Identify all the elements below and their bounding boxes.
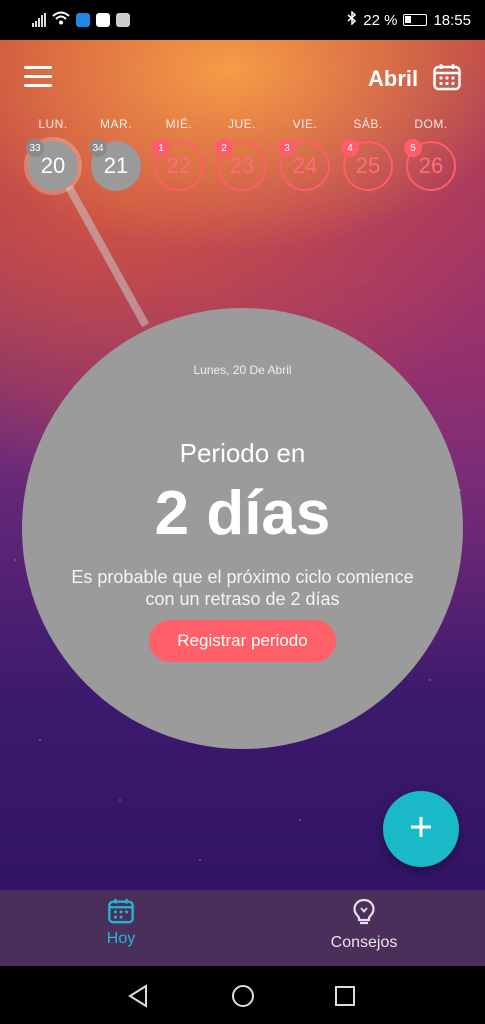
clock: 18:55	[433, 11, 471, 29]
period-prediction-note: Es probable que el próximo ciclo comienc…	[52, 566, 433, 610]
tab-hoy[interactable]: Hoy	[41, 890, 201, 966]
youtube-icon	[96, 13, 110, 27]
cycle-day-badge: 34	[89, 139, 107, 157]
period-day-badge: 2	[215, 139, 233, 157]
register-period-button[interactable]: Registrar periodo	[149, 620, 336, 662]
note-line-2: con un retraso de 2 días	[145, 589, 340, 609]
weekday-label-sun: DOM.	[414, 117, 448, 131]
month-label: Abril	[368, 66, 419, 91]
period-day-badge: 4	[341, 139, 359, 157]
calendar-icon	[107, 897, 135, 930]
status-bar: 22 % 18:55	[0, 0, 485, 40]
weekday-label-wed: MIÉ.	[165, 117, 193, 131]
status-icons-left	[32, 11, 130, 29]
note-line-1: Es probable que el próximo ciclo comienc…	[71, 567, 414, 587]
weekday-label-thu: JUE.	[227, 117, 256, 131]
signal-icon	[32, 13, 46, 27]
tab-label-consejos: Consejos	[330, 934, 398, 951]
period-title: Periodo en	[179, 438, 306, 468]
selected-date-caption: Lunes, 20 De Abril	[193, 363, 292, 377]
battery-percentage: 22 %	[363, 11, 398, 29]
bottom-navigation: Hoy Consejos	[0, 890, 485, 966]
bluetooth-icon	[347, 10, 357, 29]
plus-icon	[409, 815, 433, 844]
home-icon[interactable]	[229, 982, 257, 1010]
weekday-label-mon: LUN.	[38, 117, 68, 131]
add-button[interactable]	[383, 791, 459, 867]
period-day-badge: 1	[152, 139, 170, 157]
period-days-countdown: 2 días	[154, 479, 331, 548]
system-navigation-bar	[0, 966, 485, 1024]
period-day-badge: 5	[404, 139, 422, 157]
tab-consejos[interactable]: Consejos	[284, 890, 444, 966]
hamburger-menu-icon[interactable]	[24, 66, 52, 88]
battery-icon	[403, 14, 428, 26]
back-icon[interactable]	[126, 982, 154, 1010]
calendar-icon[interactable]	[432, 62, 462, 92]
period-day-badge: 3	[278, 139, 296, 157]
facebook-icon	[116, 13, 130, 27]
weekday-label-tue: MAR.	[100, 117, 132, 131]
lightbulb-icon	[352, 898, 376, 933]
weekday-label-sat: SÁB.	[353, 117, 383, 131]
recents-icon[interactable]	[333, 982, 361, 1010]
status-icons-right: 22 % 18:55	[347, 10, 471, 29]
wifi-icon	[52, 11, 70, 29]
cycle-day-badge: 33	[26, 139, 44, 157]
weekday-label-fri: VIE.	[292, 117, 318, 131]
tab-label-hoy: Hoy	[106, 930, 136, 947]
shield-app-icon	[76, 13, 90, 27]
